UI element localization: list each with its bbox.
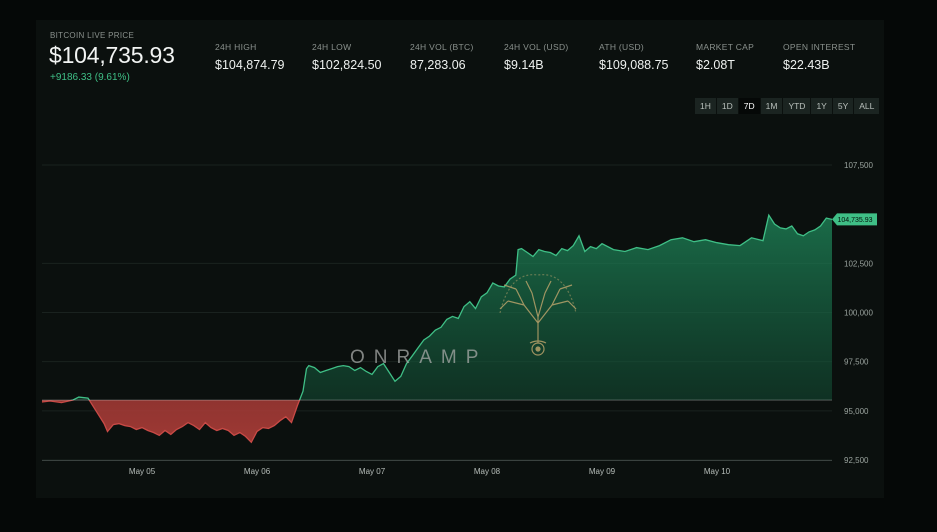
- y-tick-label: 107,500: [844, 161, 873, 170]
- y-tick-label: 95,000: [844, 407, 869, 416]
- watermark-text: ONRAMP: [350, 347, 487, 368]
- x-tick-label: May 10: [704, 467, 731, 476]
- y-tick-label: 97,500: [844, 358, 869, 367]
- price-chart[interactable]: ONRAMP 107,500 102,500 100,000 97,500 95,000…: [0, 0, 937, 532]
- y-tick-label: 100,000: [844, 309, 873, 318]
- y-tick-label: 92,500: [844, 456, 869, 465]
- chart-areas: [41, 213, 833, 444]
- x-tick-label: May 09: [589, 467, 616, 476]
- x-tick-label: May 06: [244, 467, 271, 476]
- y-tick-label: 102,500: [844, 259, 873, 268]
- current-price-tag: 104,735.93: [832, 213, 877, 226]
- x-tick-label: May 07: [359, 467, 386, 476]
- price-tag-label: 104,735.93: [837, 217, 872, 224]
- x-tick-label: May 05: [129, 467, 156, 476]
- x-tick-label: May 08: [474, 467, 501, 476]
